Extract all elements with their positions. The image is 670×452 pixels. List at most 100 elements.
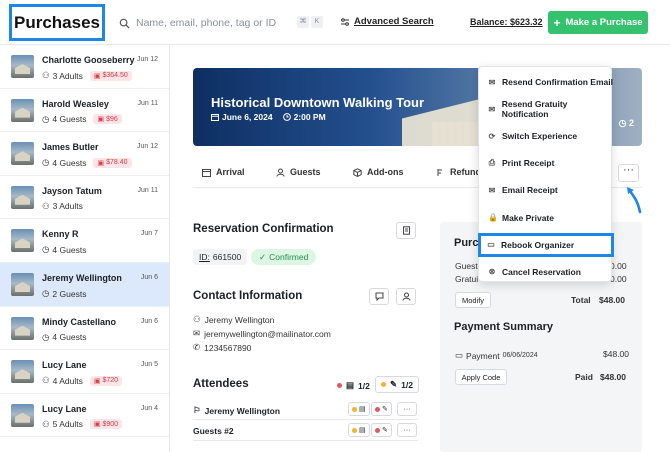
clock-icon: ◷: [42, 244, 50, 255]
menu-item-switch-experience[interactable]: ⟳ Switch Experience: [479, 125, 613, 147]
waiver-button[interactable]: ▤: [348, 423, 370, 437]
arrow-pointer-icon: [627, 187, 642, 214]
payment-summary-heading: Payment Summary: [454, 321, 554, 333]
menu-item-email-receipt[interactable]: ✉ Email Receipt: [479, 179, 613, 201]
menu-item-make-private[interactable]: 🔒 Make Private: [479, 207, 613, 229]
attendee-more-button[interactable]: ···: [397, 402, 417, 416]
purchase-list-item[interactable]: Lucy Lane Jun 5 ⚇ 4 Adults ▣ $720: [0, 350, 169, 394]
purchase-list-item[interactable]: Jayson Tatum Jun 11 ⚇ 3 Adults: [0, 176, 169, 220]
more-actions-button[interactable]: ···: [618, 164, 639, 182]
attendee-row: ⚐ Jeremy Wellington ▤ ✎ ···: [193, 400, 418, 420]
purchase-list-item[interactable]: Lucy Lane Jun 4 ⚇ 5 Adults ▣ $900: [0, 394, 169, 438]
experience-thumbnail: [11, 55, 34, 78]
clock-icon: ◷: [42, 157, 50, 168]
box-icon: [353, 167, 362, 177]
make-purchase-label: Make a Purchase: [565, 17, 643, 28]
calendar-icon: [202, 168, 211, 177]
experience-thumbnail: [11, 403, 34, 427]
purchase-list-item[interactable]: Charlotte Gooseberry Jun 12 ⚇ 3 Adults ▣ $364…: [0, 45, 169, 89]
mail-icon: ✉: [488, 185, 496, 195]
ticket-icon: ▣: [97, 116, 105, 124]
purchase-date: Jun 6: [140, 317, 158, 325]
person-icon: [402, 292, 410, 301]
cancel-icon: ⊗: [488, 267, 496, 277]
contact-email[interactable]: ✉ jeremywellington@mailinator.com: [193, 328, 331, 339]
purchase-guests: ◷ 2 Guests: [42, 288, 87, 299]
ticket-icon: ▣: [93, 72, 101, 80]
purchase-name: Jeremy Wellington: [42, 273, 122, 283]
waiver-button[interactable]: ▤: [348, 402, 370, 416]
ellipsis-icon: ···: [403, 426, 411, 434]
person-icon: ⚇: [193, 314, 201, 324]
shortcut-cmd-key: ⌘: [297, 16, 309, 28]
menu-item-resend-confirmation-email[interactable]: ✉ Resend Confirmation Email: [479, 71, 613, 93]
amount-due-badge: ▣ $720: [89, 375, 123, 386]
make-purchase-button[interactable]: + Make a Purchase: [548, 11, 648, 34]
attendees-heading: Attendees: [193, 378, 249, 390]
clock-icon: [282, 113, 291, 121]
contact-phone[interactable]: ✆ 1234567890: [193, 342, 251, 353]
guest-count-overlay: ◷ 2: [618, 118, 634, 128]
purchase-guests: ◷ 4 Guests ▣ $96: [42, 114, 122, 125]
menu-item-cancel-reservation[interactable]: ⊗ Cancel Reservation: [479, 261, 613, 283]
purchase-guests: ◷ 4 Guests: [42, 244, 87, 255]
payment-value: $48.00: [603, 349, 629, 359]
experience-thumbnail: [11, 273, 34, 296]
tab-refund[interactable]: Refund: [436, 167, 481, 177]
document-icon: ▤: [346, 380, 355, 390]
check-icon: ✓: [259, 251, 267, 262]
signature-count-button[interactable]: ✎ 1/2: [375, 376, 419, 393]
purchase-list: Charlotte Gooseberry Jun 12 ⚇ 3 Adults ▣ $364…: [0, 45, 170, 452]
modify-button[interactable]: Modify: [455, 292, 491, 308]
advanced-search-link[interactable]: Advanced Search: [340, 16, 434, 27]
attendee-more-button[interactable]: ···: [397, 423, 417, 437]
signature-button[interactable]: ✎: [371, 402, 392, 416]
amount-due-badge: ▣ $364.50: [89, 70, 132, 81]
signature-button[interactable]: ✎: [371, 423, 392, 437]
experience-thumbnail: [11, 142, 34, 166]
menu-item-resend-gratuity-notification[interactable]: ✉ Resend Gratuity Notification: [479, 98, 613, 120]
menu-item-rebook-organizer[interactable]: ▭ Rebook Organizer: [478, 232, 614, 257]
mail-icon: ✉: [488, 104, 496, 114]
refund-icon: [437, 168, 442, 176]
paid-label: Paid: [575, 372, 593, 382]
purchase-list-item[interactable]: Harold Weasley Jun 11 ◷ 4 Guests ▣ $96: [0, 89, 169, 133]
receipt-button[interactable]: [396, 222, 416, 239]
apply-code-button[interactable]: Apply Code: [455, 369, 507, 385]
purchase-guests: ◷ 4 Guests: [42, 331, 87, 343]
lock-icon: 🔒: [488, 213, 498, 222]
tab-guests[interactable]: Guests: [276, 167, 321, 177]
tab-arrival[interactable]: Arrival: [202, 167, 245, 177]
payment-line: ▭ Payment 06/06/2024: [455, 350, 538, 361]
tab-add-ons[interactable]: Add-ons: [353, 167, 404, 177]
purchase-name: Jayson Tatum: [42, 185, 102, 196]
menu-item-print-receipt[interactable]: ⎙ Print Receipt: [479, 152, 613, 174]
purchase-list-item[interactable]: Kenny R Jun 7 ◷ 4 Guests: [0, 219, 169, 263]
purchase-date: Jun 12: [136, 56, 158, 63]
purchase-list-item[interactable]: Mindy Castellano Jun 6 ◷ 4 Guests: [0, 307, 169, 351]
experience-thumbnail: [11, 316, 34, 340]
clock-icon: ◷: [42, 113, 50, 124]
amount-due-badge: ▣ $900: [89, 419, 123, 430]
purchase-date: Jun 5: [140, 361, 158, 369]
search-placeholder: Name, email, phone, tag or ID: [136, 17, 277, 29]
document-icon: ▤: [359, 406, 366, 413]
attendee-name: ⚐ Jeremy Wellington: [193, 405, 281, 416]
ellipsis-icon: ···: [403, 405, 411, 413]
top-bar: Purchases Name, email, phone, tag or ID …: [0, 0, 670, 45]
purchase-list-item[interactable]: James Butler Jun 12 ◷ 4 Guests ▣ $78.40: [0, 132, 169, 176]
page-title-highlight: Purchases: [9, 4, 105, 41]
guests-line-label: Guest: [455, 261, 478, 271]
person-icon: ⚇: [42, 200, 50, 211]
message-button[interactable]: [369, 288, 389, 305]
document-icon: ▤: [359, 427, 366, 434]
total-label: Total: [571, 295, 591, 305]
gratuity-line-label: Gratui: [455, 274, 479, 284]
contact-profile-button[interactable]: [396, 288, 416, 305]
purchase-list-item[interactable]: Jeremy Wellington Jun 6 ◷ 2 Guests: [0, 263, 169, 307]
sliders-icon: [341, 17, 349, 26]
person-icon: ⚇: [42, 418, 50, 429]
page-title: Purchases: [14, 12, 100, 32]
purchase-date: Jun 11: [137, 186, 159, 194]
balance-link[interactable]: Balance: $623.32: [470, 17, 543, 27]
